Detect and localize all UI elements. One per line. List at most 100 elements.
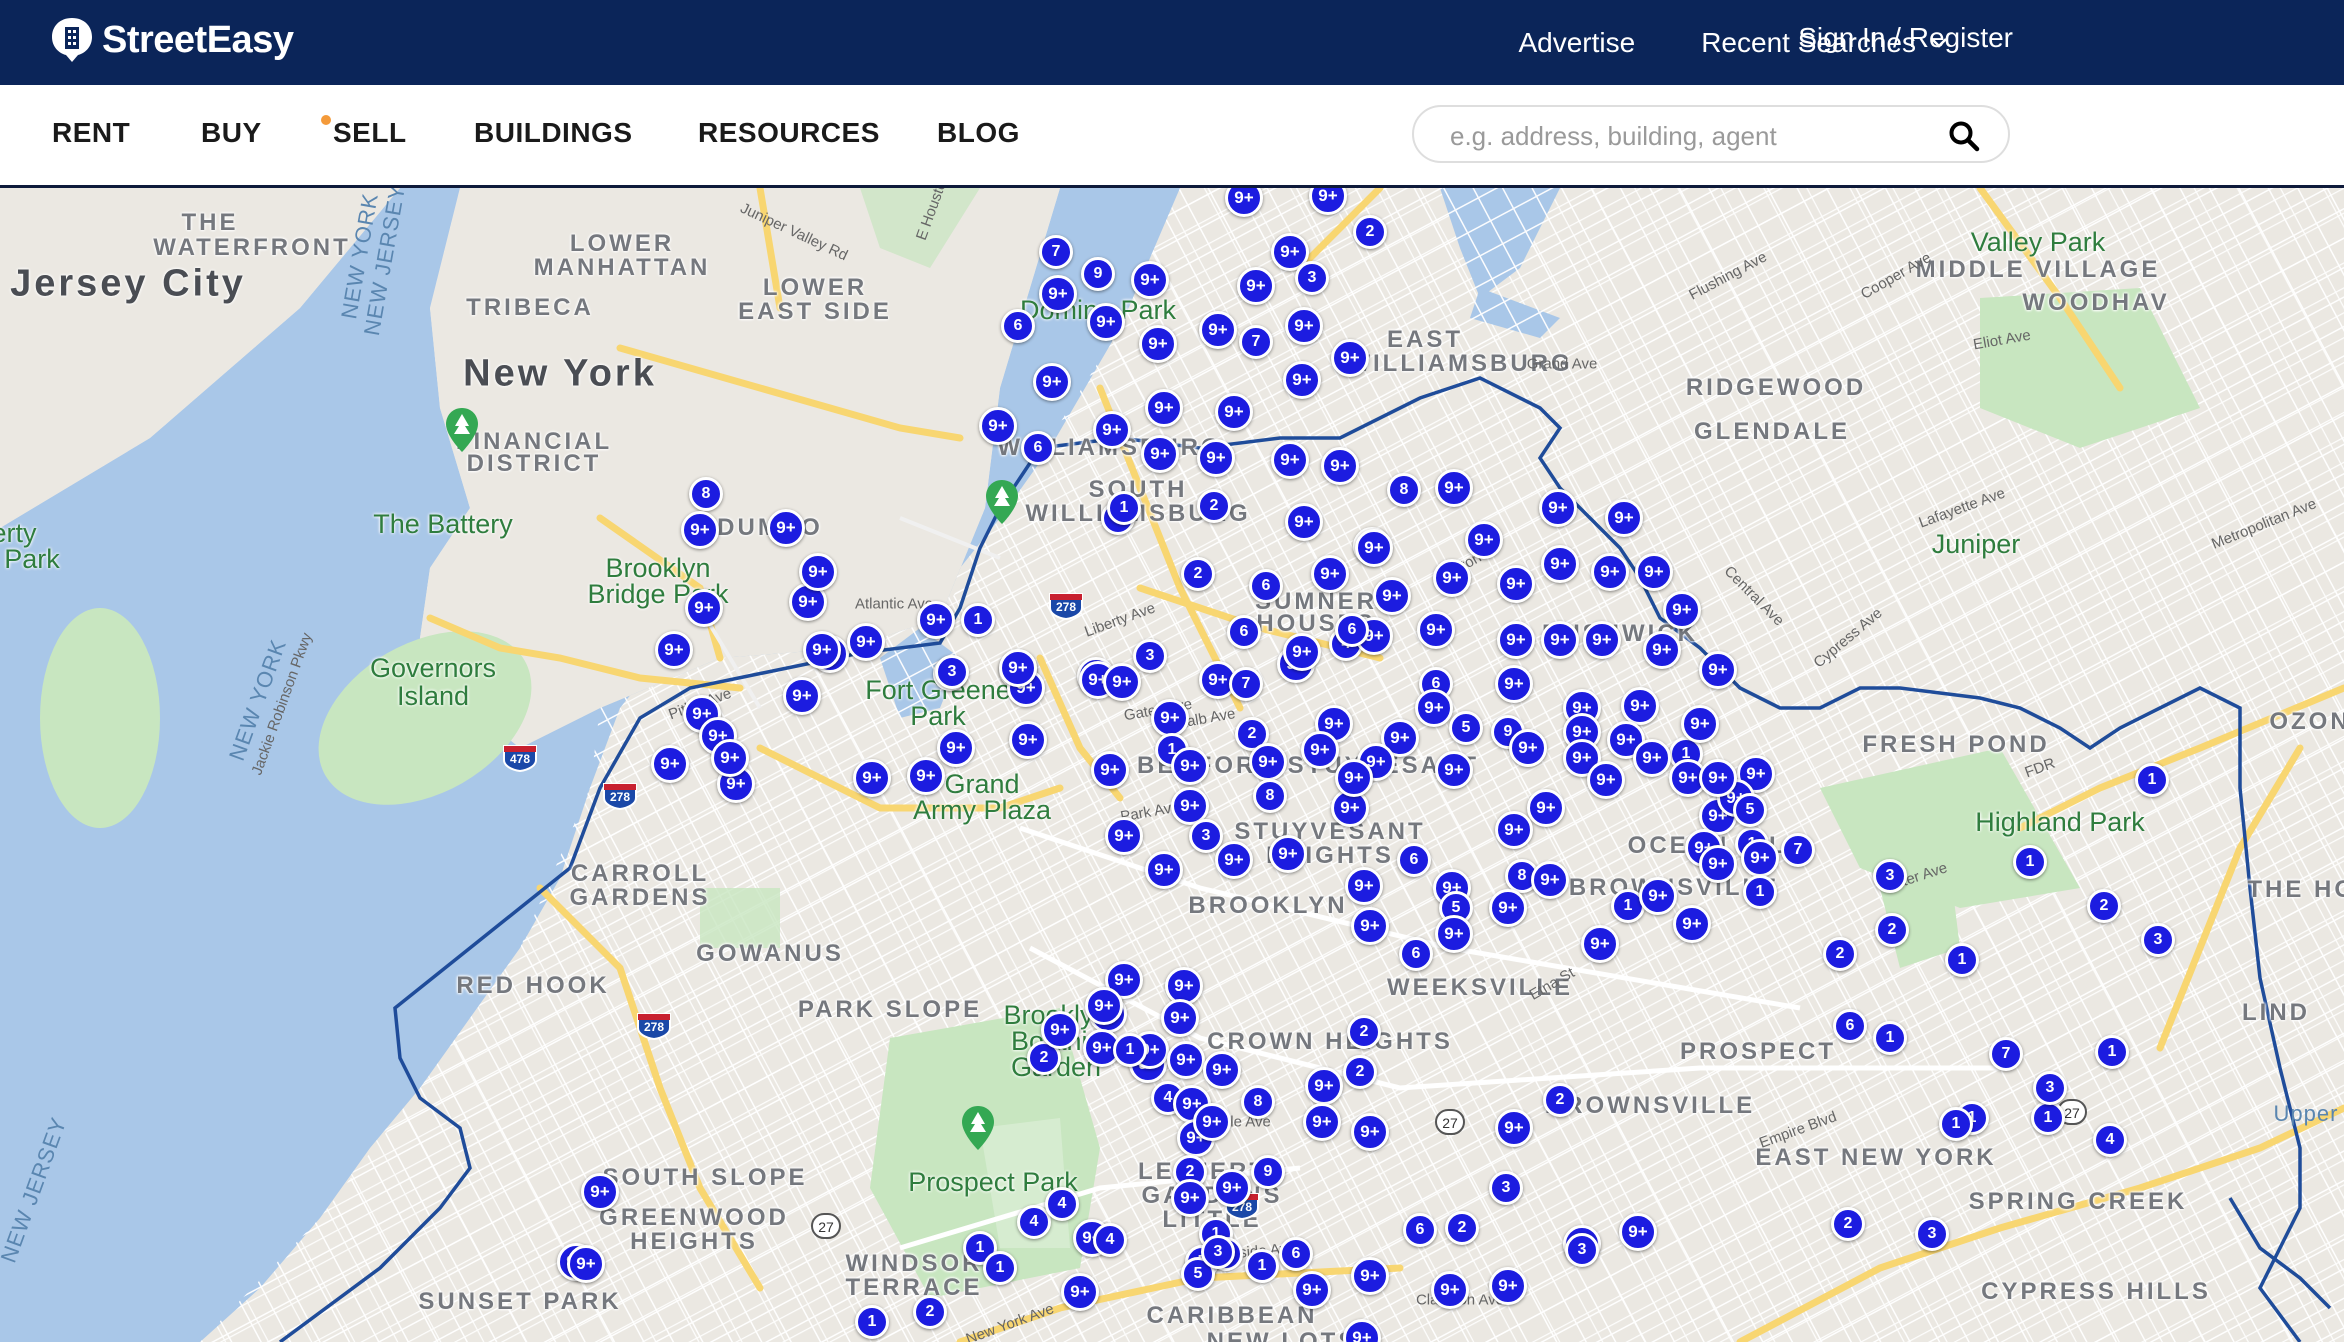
listing-marker[interactable]: 9+ bbox=[1285, 503, 1323, 541]
listing-marker[interactable]: 9+ bbox=[1303, 1103, 1341, 1141]
listing-marker[interactable]: 1 bbox=[1743, 875, 1777, 909]
listing-marker[interactable]: 6 bbox=[1335, 613, 1369, 647]
listing-marker[interactable]: 9+ bbox=[1039, 275, 1077, 313]
listing-marker[interactable]: 3 bbox=[935, 655, 969, 689]
listing-marker[interactable]: 9+ bbox=[1145, 851, 1183, 889]
listing-marker[interactable]: 6 bbox=[1227, 615, 1261, 649]
listing-marker[interactable]: 3 bbox=[2033, 1071, 2067, 1105]
listing-marker[interactable]: 9+ bbox=[1237, 267, 1275, 305]
listing-marker[interactable]: 9+ bbox=[1497, 621, 1535, 659]
listing-marker[interactable]: 5 bbox=[1449, 711, 1483, 745]
park-pin-icon[interactable] bbox=[984, 478, 1020, 526]
nav-resources[interactable]: RESOURCES bbox=[698, 117, 880, 149]
listing-marker[interactable]: 3 bbox=[1489, 1171, 1523, 1205]
listing-marker[interactable]: 2 bbox=[1343, 1055, 1377, 1089]
listing-marker[interactable]: 2 bbox=[2087, 889, 2121, 923]
listing-marker[interactable]: 9+ bbox=[1663, 591, 1701, 629]
listing-marker[interactable]: 7 bbox=[1781, 833, 1815, 867]
listing-marker[interactable]: 9+ bbox=[1489, 1267, 1527, 1305]
listing-marker[interactable]: 9+ bbox=[1161, 999, 1199, 1037]
listing-marker[interactable]: 9+ bbox=[1495, 811, 1533, 849]
listing-marker[interactable]: 9+ bbox=[1305, 1067, 1343, 1105]
listing-marker[interactable]: 1 bbox=[2135, 763, 2169, 797]
listing-marker[interactable]: 8 bbox=[1241, 1085, 1275, 1119]
listing-marker[interactable]: 9+ bbox=[1527, 789, 1565, 827]
listing-marker[interactable]: 9+ bbox=[1435, 751, 1473, 789]
listing-marker[interactable]: 9+ bbox=[803, 631, 841, 669]
nav-blog[interactable]: BLOG bbox=[937, 117, 1020, 149]
listing-marker[interactable]: 1 bbox=[2013, 845, 2047, 879]
listing-marker[interactable]: 4 bbox=[1093, 1223, 1127, 1257]
listing-marker[interactable]: 8 bbox=[689, 477, 723, 511]
listing-marker[interactable]: 9+ bbox=[1345, 867, 1383, 905]
listing-marker[interactable]: 9+ bbox=[1199, 311, 1237, 349]
listing-marker[interactable]: 9+ bbox=[853, 759, 891, 797]
listing-marker[interactable]: 9+ bbox=[651, 745, 689, 783]
listing-marker[interactable]: 9+ bbox=[1061, 1273, 1099, 1311]
listing-marker[interactable]: 2 bbox=[1347, 1015, 1381, 1049]
listing-marker[interactable]: 9+ bbox=[1539, 489, 1577, 527]
listing-marker[interactable]: 7 bbox=[1989, 1037, 2023, 1071]
nav-buildings[interactable]: BUILDINGS bbox=[474, 117, 633, 149]
listing-marker[interactable]: 9+ bbox=[1435, 469, 1473, 507]
listing-marker[interactable]: 9+ bbox=[1619, 1213, 1657, 1251]
listing-marker[interactable]: 9+ bbox=[1417, 611, 1455, 649]
listing-marker[interactable]: 9+ bbox=[847, 623, 885, 661]
listing-marker[interactable]: 3 bbox=[2141, 923, 2175, 957]
search-input[interactable] bbox=[1448, 115, 1932, 157]
listing-marker[interactable]: 9+ bbox=[1171, 747, 1209, 785]
listing-marker[interactable]: 3 bbox=[1565, 1233, 1599, 1267]
listing-marker[interactable]: 6 bbox=[1399, 937, 1433, 971]
listing-marker[interactable]: 9+ bbox=[1587, 761, 1625, 799]
listing-marker[interactable]: 2 bbox=[913, 1295, 947, 1329]
listing-marker[interactable]: 9+ bbox=[1681, 705, 1719, 743]
listing-marker[interactable]: 3 bbox=[1295, 261, 1329, 295]
listing-marker[interactable]: 2 bbox=[1445, 1211, 1479, 1245]
listing-marker[interactable]: 9+ bbox=[1541, 545, 1579, 583]
listing-marker[interactable]: 9+ bbox=[1497, 565, 1535, 603]
listing-marker[interactable]: 7 bbox=[1239, 325, 1273, 359]
listing-marker[interactable]: 9+ bbox=[1171, 1179, 1209, 1217]
listing-marker[interactable]: 6 bbox=[1279, 1237, 1313, 1271]
listing-marker[interactable]: 7 bbox=[1229, 667, 1263, 701]
listing-marker[interactable]: 9+ bbox=[1351, 1257, 1389, 1295]
listing-marker[interactable]: 9+ bbox=[979, 407, 1017, 445]
advertise-link[interactable]: Advertise bbox=[1518, 27, 1635, 59]
listing-marker[interactable]: 9+ bbox=[1167, 1041, 1205, 1079]
listing-marker[interactable]: 9+ bbox=[1091, 751, 1129, 789]
listing-marker[interactable]: 9+ bbox=[1351, 907, 1389, 945]
listing-marker[interactable]: 9+ bbox=[567, 1245, 605, 1283]
listing-marker[interactable]: 9+ bbox=[1041, 1011, 1079, 1049]
listing-marker[interactable]: 9+ bbox=[1311, 555, 1349, 593]
listing-marker[interactable]: 9+ bbox=[1355, 529, 1393, 567]
listing-marker[interactable]: 9+ bbox=[1105, 817, 1143, 855]
listing-marker[interactable]: 9+ bbox=[1197, 439, 1235, 477]
listing-marker[interactable]: 9+ bbox=[1285, 307, 1323, 345]
listing-marker[interactable]: 9+ bbox=[1373, 577, 1411, 615]
listing-marker[interactable]: 6 bbox=[1001, 309, 1035, 343]
listing-marker[interactable]: 1 bbox=[961, 603, 995, 637]
listing-marker[interactable]: 9+ bbox=[1531, 861, 1569, 899]
listing-marker[interactable]: 9+ bbox=[937, 729, 975, 767]
listing-marker[interactable]: 9+ bbox=[1215, 841, 1253, 879]
listing-marker[interactable]: 5 bbox=[1733, 793, 1767, 827]
listing-marker[interactable]: 9+ bbox=[1591, 553, 1629, 591]
nav-rent[interactable]: RENT bbox=[52, 117, 130, 149]
listing-marker[interactable]: 9+ bbox=[1213, 1169, 1251, 1207]
listing-marker[interactable]: 1 bbox=[855, 1305, 889, 1339]
listing-marker[interactable]: 9+ bbox=[783, 677, 821, 715]
listing-marker[interactable]: 2 bbox=[1181, 557, 1215, 591]
listing-marker[interactable]: 6 bbox=[1021, 431, 1055, 465]
listing-marker[interactable]: 9+ bbox=[1087, 303, 1125, 341]
listing-marker[interactable]: 6 bbox=[1403, 1213, 1437, 1247]
listing-marker[interactable]: 9+ bbox=[1085, 987, 1123, 1025]
listing-marker[interactable]: 9+ bbox=[767, 509, 805, 547]
search-icon[interactable] bbox=[1948, 120, 1980, 152]
listing-marker[interactable]: 1 bbox=[2031, 1101, 2065, 1135]
listing-marker[interactable]: 6 bbox=[1833, 1009, 1867, 1043]
listing-marker[interactable]: 9+ bbox=[1639, 877, 1677, 915]
listing-marker[interactable]: 3 bbox=[1915, 1217, 1949, 1251]
listing-marker[interactable]: 9+ bbox=[1583, 621, 1621, 659]
listing-marker[interactable]: 6 bbox=[1249, 569, 1283, 603]
listing-marker[interactable]: 1 bbox=[983, 1251, 1017, 1285]
